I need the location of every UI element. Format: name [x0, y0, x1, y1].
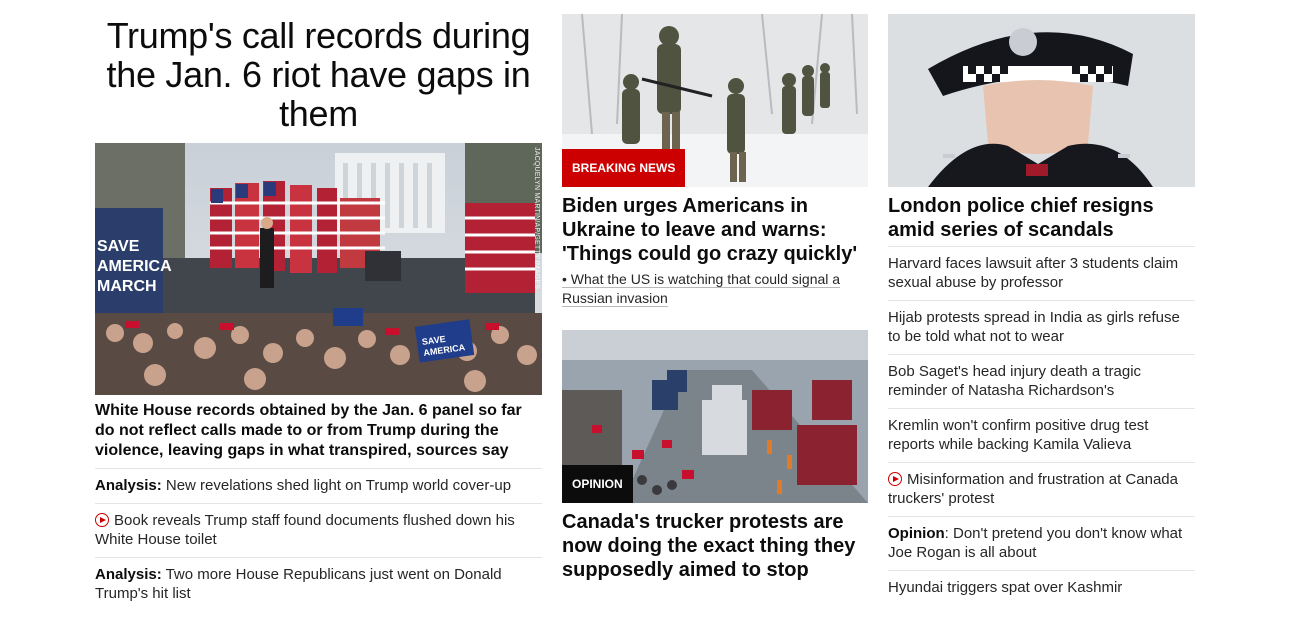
lead-story-summary[interactable]: White House records obtained by the Jan.…	[95, 401, 542, 461]
related-stories-list: Analysis: New revelations shed light on …	[95, 468, 542, 611]
save-america-sign-text: SAVE	[97, 238, 140, 255]
breaking-news-badge: BREAKING NEWS	[562, 149, 686, 187]
list-item[interactable]: Hyundai triggers spat over Kashmir	[888, 570, 1195, 605]
list-item[interactable]: Hijab protests spread in India as girls …	[888, 300, 1195, 354]
list-item[interactable]: Analysis: Two more House Republicans jus…	[95, 557, 542, 611]
list-item[interactable]: Opinion: Don't pretend you don't know wh…	[888, 516, 1195, 570]
list-item[interactable]: Analysis: New revelations shed light on …	[95, 468, 542, 503]
svg-text:AMERICA: AMERICA	[97, 258, 172, 275]
right-column: London police chief resigns amid series …	[888, 14, 1195, 605]
image-credit: JACQUELYN MARTIN/AP/GETTY IMAGES	[533, 147, 540, 290]
headline-list: Harvard faces lawsuit after 3 students c…	[888, 246, 1195, 605]
list-item[interactable]: Kremlin won't confirm positive drug test…	[888, 408, 1195, 462]
police-chief-image[interactable]	[888, 14, 1195, 187]
list-item[interactable]: Harvard faces lawsuit after 3 students c…	[888, 246, 1195, 300]
svg-text:MARCH: MARCH	[97, 278, 157, 295]
ukraine-soldiers-image[interactable]: BREAKING NEWS	[562, 14, 868, 187]
list-item[interactable]: Misinformation and frustration at Canada…	[888, 462, 1195, 516]
list-item[interactable]: Bob Saget's head injury death a tragic r…	[888, 354, 1195, 408]
main-headline[interactable]: Trump's call records during the Jan. 6 r…	[95, 14, 542, 133]
police-chief-headline[interactable]: London police chief resigns amid series …	[888, 194, 1195, 242]
ukraine-headline[interactable]: Biden urges Americans in Ukraine to leav…	[562, 194, 868, 266]
middle-column: BREAKING NEWS Biden urges Americans in U…	[562, 14, 868, 586]
play-icon	[888, 472, 902, 486]
opinion-badge: OPINION	[562, 465, 633, 503]
ukraine-sub-link[interactable]: • What the US is watching that could sig…	[562, 270, 868, 308]
canada-headline[interactable]: Canada's trucker protests are now doing …	[562, 510, 868, 582]
jan6-rally-image[interactable]: SAVE AMERICA MARCH SAVE AMERICA JACQUELY…	[95, 143, 542, 395]
top-story-column: Trump's call records during the Jan. 6 r…	[95, 14, 542, 611]
canada-trucker-image[interactable]: OPINION	[562, 330, 868, 503]
list-item[interactable]: Book reveals Trump staff found documents…	[95, 503, 542, 557]
play-icon	[95, 513, 109, 527]
